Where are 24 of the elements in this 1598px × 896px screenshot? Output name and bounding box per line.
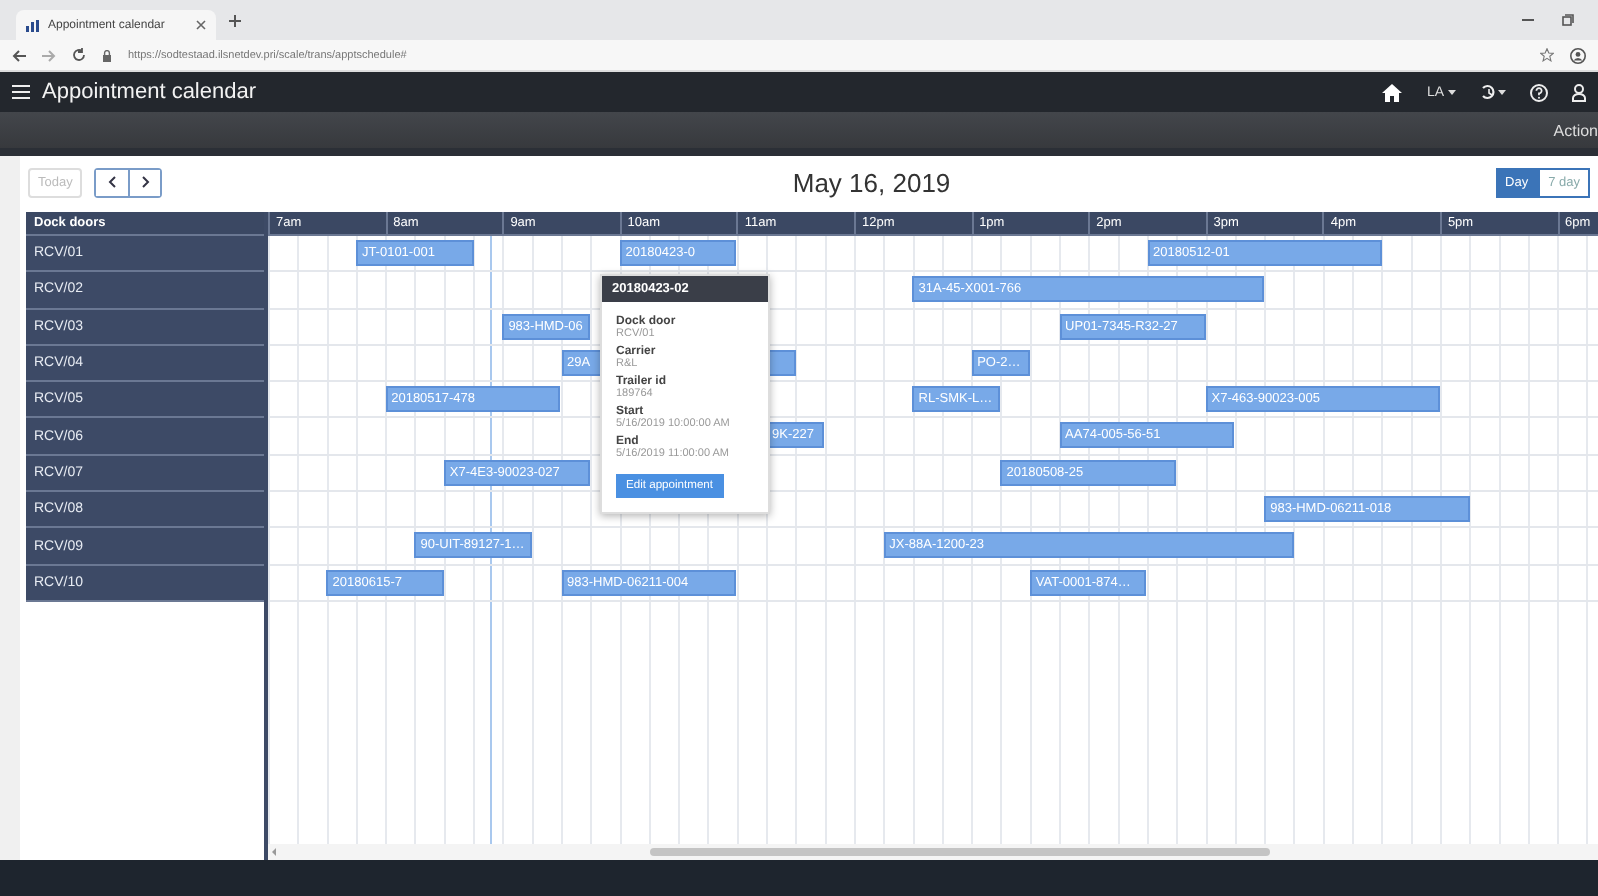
lock-icon bbox=[102, 49, 112, 61]
help-icon[interactable] bbox=[1530, 83, 1548, 101]
home-icon[interactable] bbox=[1382, 83, 1403, 101]
chart-icon bbox=[26, 19, 40, 31]
restore-icon[interactable] bbox=[1562, 14, 1574, 26]
app-title: Appointment calendar bbox=[42, 80, 257, 104]
star-icon[interactable] bbox=[1540, 48, 1554, 62]
horizontal-scrollbar[interactable] bbox=[268, 844, 1598, 860]
caret-icon bbox=[1448, 89, 1456, 95]
history-icon[interactable] bbox=[1480, 84, 1506, 100]
scroll-left-icon[interactable] bbox=[270, 846, 278, 858]
reload-icon[interactable] bbox=[72, 48, 86, 62]
new-tab-icon[interactable] bbox=[228, 13, 242, 27]
actions-menu[interactable]: Action bbox=[1553, 121, 1598, 139]
back-icon[interactable] bbox=[12, 49, 26, 61]
minimize-icon[interactable] bbox=[1522, 14, 1534, 26]
chevron-left-icon bbox=[108, 176, 117, 188]
chevron-right-icon bbox=[141, 176, 150, 188]
user-icon[interactable] bbox=[1572, 83, 1586, 101]
date-title: May 16, 2019 bbox=[790, 167, 953, 197]
next-button[interactable] bbox=[128, 169, 161, 195]
close-icon[interactable] bbox=[196, 20, 206, 30]
account-icon[interactable] bbox=[1570, 47, 1586, 63]
menu-icon[interactable] bbox=[12, 84, 30, 100]
